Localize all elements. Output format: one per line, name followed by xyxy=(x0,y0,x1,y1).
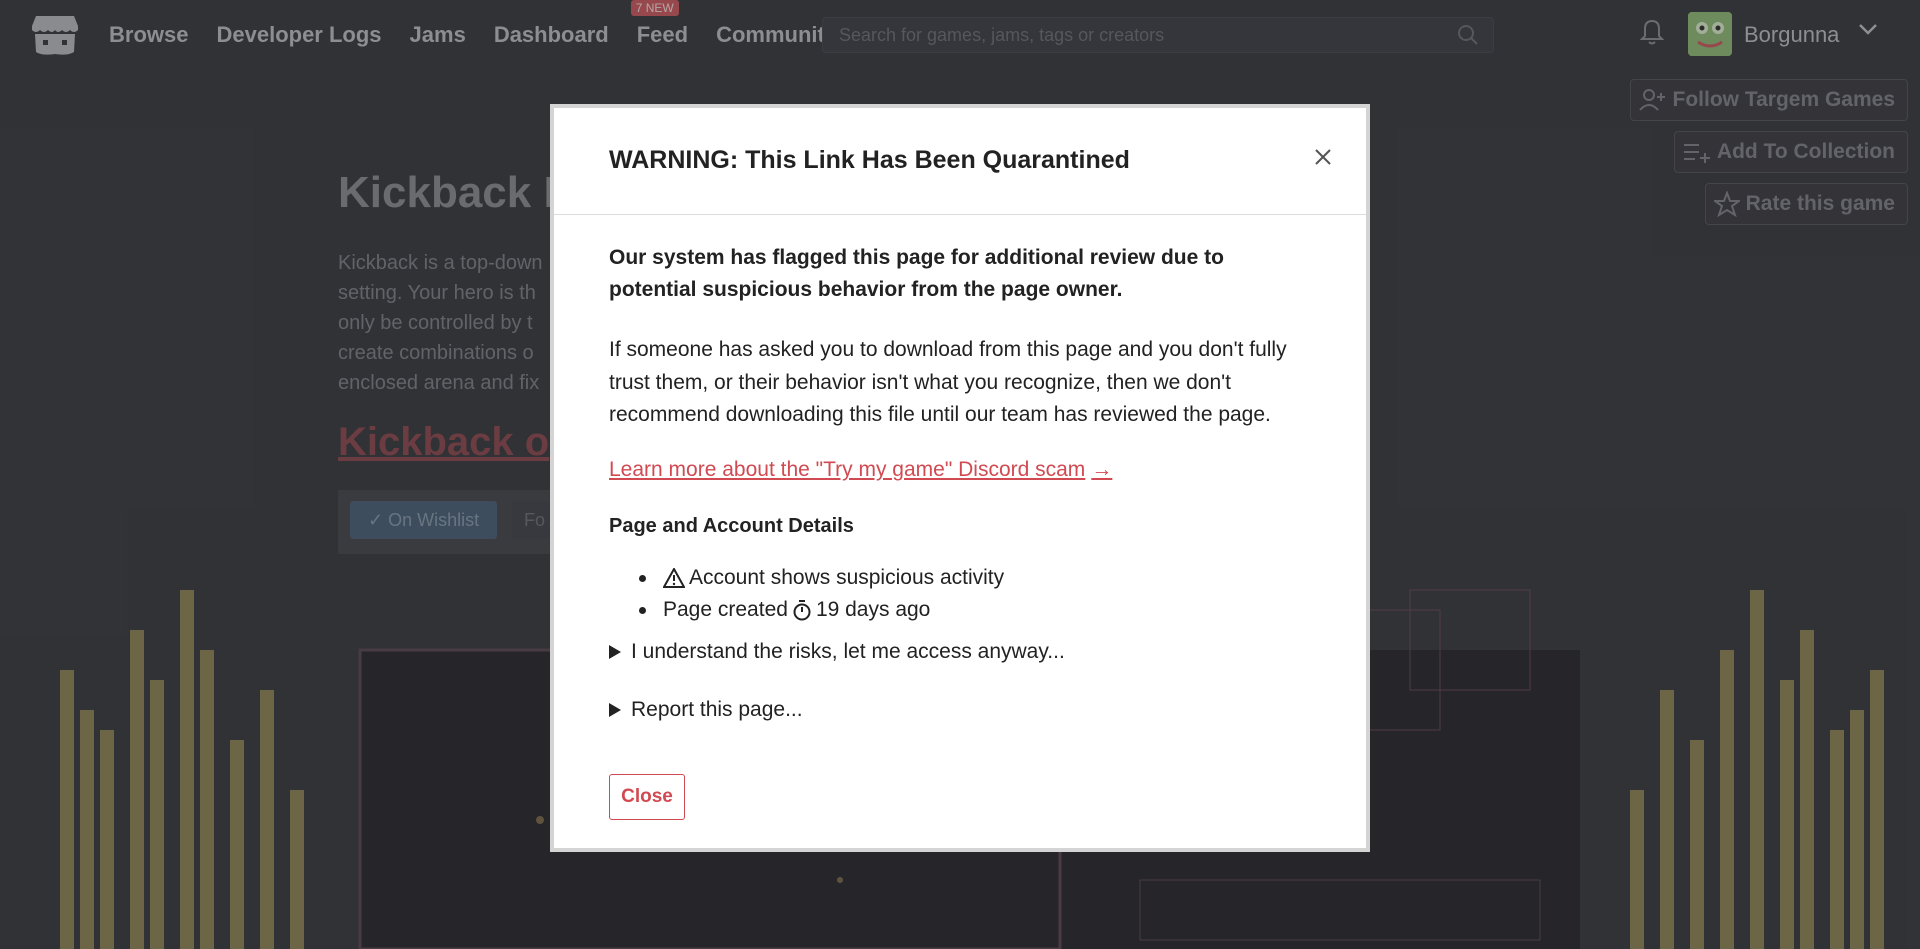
close-button[interactable]: Close xyxy=(609,774,685,820)
detail-suspicious-activity: Account shows suspicious activity xyxy=(639,562,1004,594)
details-heading: Page and Account Details xyxy=(609,515,854,537)
dialog-header: WARNING: This Link Has Been Quarantined xyxy=(554,108,1366,215)
access-anyway-toggle[interactable]: I understand the risks, let me access an… xyxy=(609,636,1065,668)
details-list: Account shows suspicious activity Page c… xyxy=(639,562,1004,626)
report-page-toggle[interactable]: Report this page... xyxy=(609,694,803,726)
learn-more-scam-link[interactable]: Learn more about the "Try my game" Disco… xyxy=(609,454,1112,486)
dialog-title: WARNING: This Link Has Been Quarantined xyxy=(609,146,1130,174)
warning-intro: Our system has flagged this page for add… xyxy=(609,246,1224,301)
detail-suspicious-text: Account shows suspicious activity xyxy=(689,566,1005,589)
detail-page-created: Page created 19 days ago xyxy=(639,594,1004,626)
detail-created-prefix: Page created xyxy=(663,598,788,621)
disclosure-triangle-icon xyxy=(609,703,621,717)
warning-triangle-icon xyxy=(663,568,685,588)
detail-created-age: 19 days ago xyxy=(815,598,931,621)
stopwatch-icon xyxy=(793,600,811,621)
dialog-body: Our system has flagged this page for add… xyxy=(609,242,1309,721)
disclosure-triangle-icon xyxy=(609,645,621,659)
close-icon[interactable] xyxy=(1310,144,1336,170)
arrow-right-icon: → xyxy=(1091,458,1113,481)
learn-more-label: Learn more about the "Try my game" Disco… xyxy=(609,458,1086,481)
warning-explanation: If someone has asked you to download fro… xyxy=(609,338,1287,426)
report-page-label: Report this page... xyxy=(631,698,803,721)
quarantine-warning-dialog: WARNING: This Link Has Been Quarantined … xyxy=(550,104,1370,852)
access-anyway-label: I understand the risks, let me access an… xyxy=(631,640,1065,663)
